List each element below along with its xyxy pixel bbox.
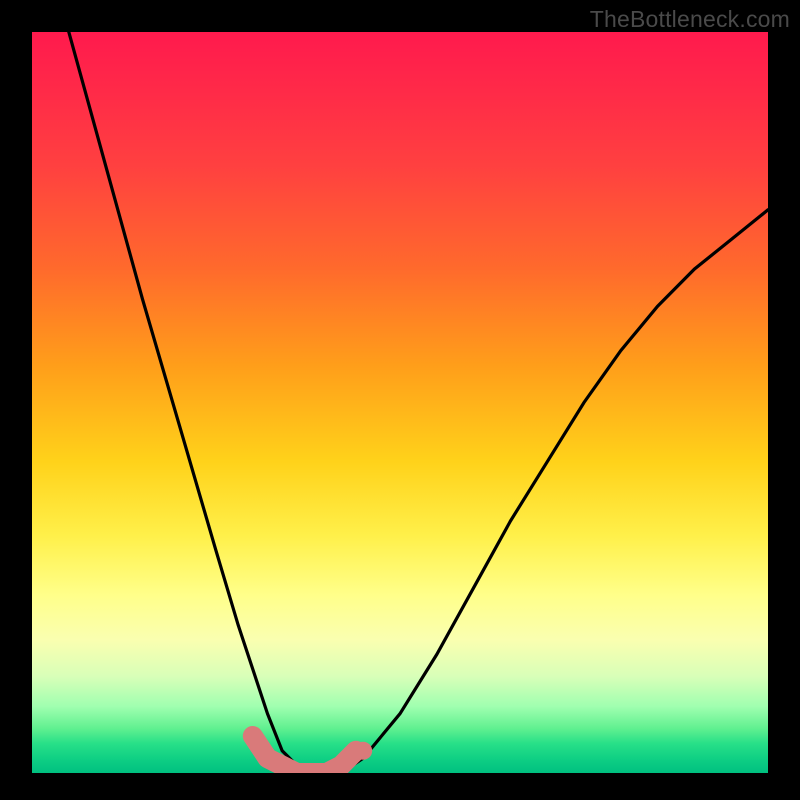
floor-marker-stroke: [253, 736, 356, 773]
curve-layer: [32, 32, 768, 773]
watermark-text: TheBottleneck.com: [590, 6, 790, 33]
plot-area: [32, 32, 768, 773]
floor-marker-dot: [354, 742, 372, 760]
chart-frame: TheBottleneck.com: [0, 0, 800, 800]
bottleneck-curve: [69, 32, 768, 773]
floor-marker-group: [253, 736, 372, 773]
